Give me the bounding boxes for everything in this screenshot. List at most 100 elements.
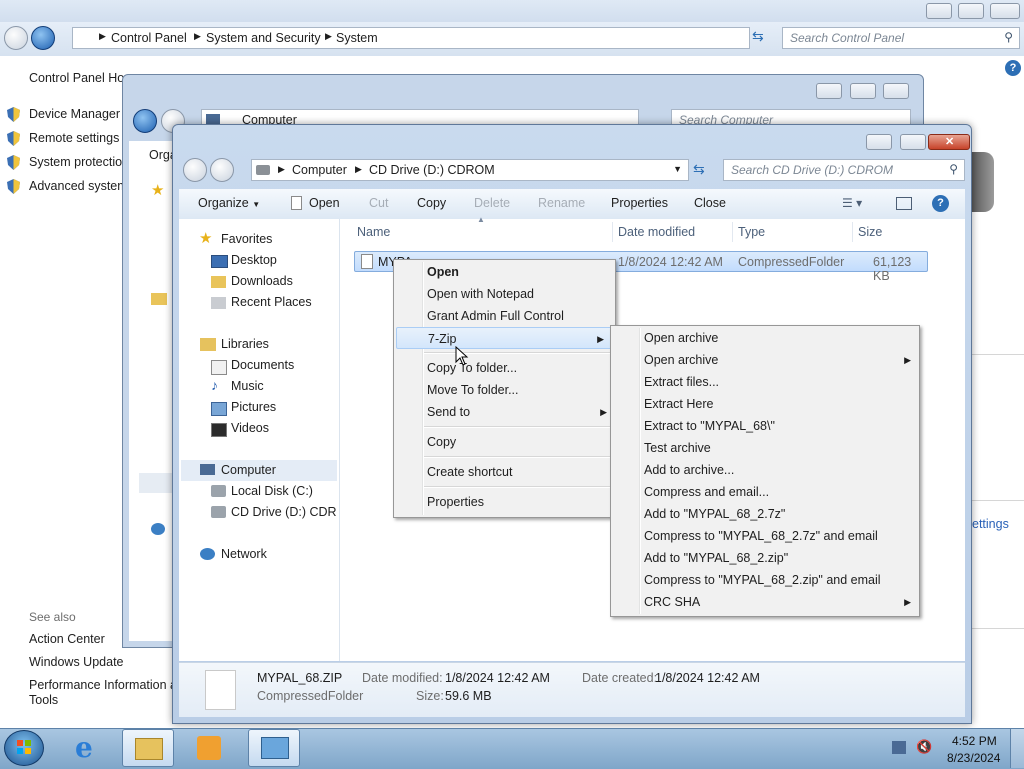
address-dropdown-icon[interactable]: ▼ — [673, 164, 682, 174]
breadcrumb-system[interactable]: System — [336, 31, 378, 45]
minimize-button[interactable] — [866, 134, 892, 150]
nav-libraries[interactable]: Libraries — [221, 337, 269, 351]
submenu-item-test-archive[interactable]: Test archive — [611, 437, 919, 459]
close-button[interactable] — [883, 83, 909, 99]
column-header-date[interactable]: Date modified — [618, 225, 695, 239]
nav-computer[interactable]: Computer — [221, 463, 276, 477]
maximize-button[interactable] — [850, 83, 876, 99]
forward-button[interactable] — [31, 26, 55, 50]
menu-item-open-with-notepad[interactable]: Open with Notepad — [394, 283, 615, 305]
menu-item-create-shortcut[interactable]: Create shortcut — [394, 461, 615, 483]
delete-button[interactable]: Delete — [474, 196, 510, 210]
system-protection-link[interactable]: System protection — [29, 155, 129, 169]
start-button[interactable] — [4, 730, 44, 766]
clock-date[interactable]: 8/23/2024 — [947, 751, 1000, 765]
search-input[interactable]: Search Control Panel ⚲ — [782, 27, 1020, 49]
refresh-button[interactable]: ⇆ — [752, 28, 774, 48]
breadcrumb-control-panel[interactable]: Control Panel — [111, 31, 187, 45]
back-button[interactable] — [183, 158, 207, 182]
performance-info-link[interactable]: Performance Information and — [29, 678, 191, 692]
back-button[interactable] — [4, 26, 28, 50]
breadcrumb-computer[interactable]: Computer — [292, 163, 347, 177]
search-icon[interactable]: ⚲ — [949, 162, 958, 176]
search-input[interactable]: Search CD Drive (D:) CDROM ⚲ — [723, 159, 965, 181]
taskbar-control-panel[interactable] — [248, 729, 300, 767]
menu-item-copy[interactable]: Copy — [394, 431, 615, 453]
taskbar-internet-explorer[interactable]: e — [65, 729, 117, 767]
minimize-button[interactable] — [816, 83, 842, 99]
device-manager-link[interactable]: Device Manager — [29, 107, 120, 121]
windows-update-link[interactable]: Windows Update — [29, 655, 124, 669]
submenu-item-compress-email[interactable]: Compress and email... — [611, 481, 919, 503]
cut-button[interactable]: Cut — [369, 196, 388, 210]
clock-time[interactable]: 4:52 PM — [952, 734, 997, 748]
taskbar-media-player[interactable] — [183, 729, 235, 767]
nav-network[interactable]: Network — [221, 547, 267, 561]
action-center-link[interactable]: Action Center — [29, 632, 105, 646]
back-button[interactable] — [133, 109, 157, 133]
submenu-item-crc-sha[interactable]: CRC SHA ▶ — [611, 591, 919, 613]
menu-item-7zip[interactable]: 7-Zip ▶ — [396, 327, 613, 349]
show-desktop-button[interactable] — [1010, 729, 1024, 768]
address-bar[interactable]: Control Panel ▶ ▶ System and Security ▶ … — [72, 27, 750, 49]
column-header-name[interactable]: Name — [357, 225, 390, 239]
column-header-type[interactable]: Type — [738, 225, 765, 239]
search-icon[interactable]: ⚲ — [1004, 30, 1013, 44]
change-settings-link[interactable]: ettings — [972, 517, 1009, 531]
help-icon[interactable]: ? — [932, 195, 949, 212]
rename-button[interactable]: Rename — [538, 196, 585, 210]
nav-downloads[interactable]: Downloads — [231, 274, 293, 288]
nav-favorites[interactable]: Favorites — [221, 232, 272, 246]
organize-button[interactable]: Organize ▼ — [198, 196, 260, 210]
nav-pictures[interactable]: Pictures — [231, 400, 276, 414]
open-button[interactable]: Open — [309, 196, 340, 210]
menu-item-grant-admin[interactable]: Grant Admin Full Control — [394, 305, 615, 327]
column-header-size[interactable]: Size — [858, 225, 882, 239]
nav-documents[interactable]: Documents — [231, 358, 294, 372]
menu-item-send-to[interactable]: Send to ▶ — [394, 401, 615, 423]
close-button[interactable] — [990, 3, 1020, 19]
submenu-item-extract-here[interactable]: Extract Here — [611, 393, 919, 415]
nav-videos[interactable]: Videos — [231, 421, 269, 435]
nav-music[interactable]: Music — [231, 379, 264, 393]
file-date: 1/8/2024 12:42 AM — [618, 255, 723, 269]
taskbar-explorer[interactable] — [122, 729, 174, 767]
submenu-item-add-to-archive[interactable]: Add to archive... — [611, 459, 919, 481]
properties-button[interactable]: Properties — [611, 196, 668, 210]
submenu-item-open-archive-more[interactable]: Open archive ▶ — [611, 349, 919, 371]
close-button[interactable]: ✕ — [928, 134, 970, 150]
breadcrumb-system-security[interactable]: System and Security — [206, 31, 321, 45]
menu-item-open[interactable]: Open — [394, 261, 615, 283]
submenu-item-compress-7z-email[interactable]: Compress to "MYPAL_68_2.7z" and email — [611, 525, 919, 547]
breadcrumb-cd-drive[interactable]: CD Drive (D:) CDROM — [369, 163, 495, 177]
submenu-item-extract-files[interactable]: Extract files... — [611, 371, 919, 393]
menu-item-properties[interactable]: Properties — [394, 491, 615, 513]
menu-item-move-to-folder[interactable]: Move To folder... — [394, 379, 615, 401]
forward-button[interactable] — [210, 158, 234, 182]
address-bar[interactable]: ▶ Computer ▶ CD Drive (D:) CDROM ▼ — [251, 159, 689, 181]
view-options-icon[interactable]: ☰ ▾ — [842, 196, 862, 210]
submenu-item-compress-zip-email[interactable]: Compress to "MYPAL_68_2.zip" and email — [611, 569, 919, 591]
close-toolbar-button[interactable]: Close — [694, 196, 726, 210]
menu-item-copy-to-folder[interactable]: Copy To folder... — [394, 357, 615, 379]
submenu-item-add-to-zip[interactable]: Add to "MYPAL_68_2.zip" — [611, 547, 919, 569]
network-tray-icon[interactable] — [892, 741, 906, 754]
nav-local-disk[interactable]: Local Disk (C:) — [231, 484, 313, 498]
help-icon[interactable]: ? — [1005, 60, 1021, 76]
refresh-button[interactable]: ⇆ — [693, 161, 705, 178]
copy-button[interactable]: Copy — [417, 196, 446, 210]
maximize-button[interactable] — [958, 3, 984, 19]
nav-desktop[interactable]: Desktop — [231, 253, 277, 267]
internet-explorer-icon: e — [75, 731, 93, 764]
submenu-item-extract-to[interactable]: Extract to "MYPAL_68\" — [611, 415, 919, 437]
preview-pane-icon[interactable] — [896, 197, 912, 210]
submenu-item-open-archive[interactable]: Open archive — [611, 327, 919, 349]
maximize-button[interactable] — [900, 134, 926, 150]
remote-settings-link[interactable]: Remote settings — [29, 131, 119, 145]
minimize-button[interactable] — [926, 3, 952, 19]
nav-cd-drive[interactable]: CD Drive (D:) CDROM — [231, 505, 337, 519]
nav-recent-places[interactable]: Recent Places — [231, 295, 312, 309]
volume-muted-icon[interactable]: 🔇 — [916, 739, 932, 755]
submenu-item-add-to-7z[interactable]: Add to "MYPAL_68_2.7z" — [611, 503, 919, 525]
performance-tools-link[interactable]: Tools — [29, 693, 58, 707]
